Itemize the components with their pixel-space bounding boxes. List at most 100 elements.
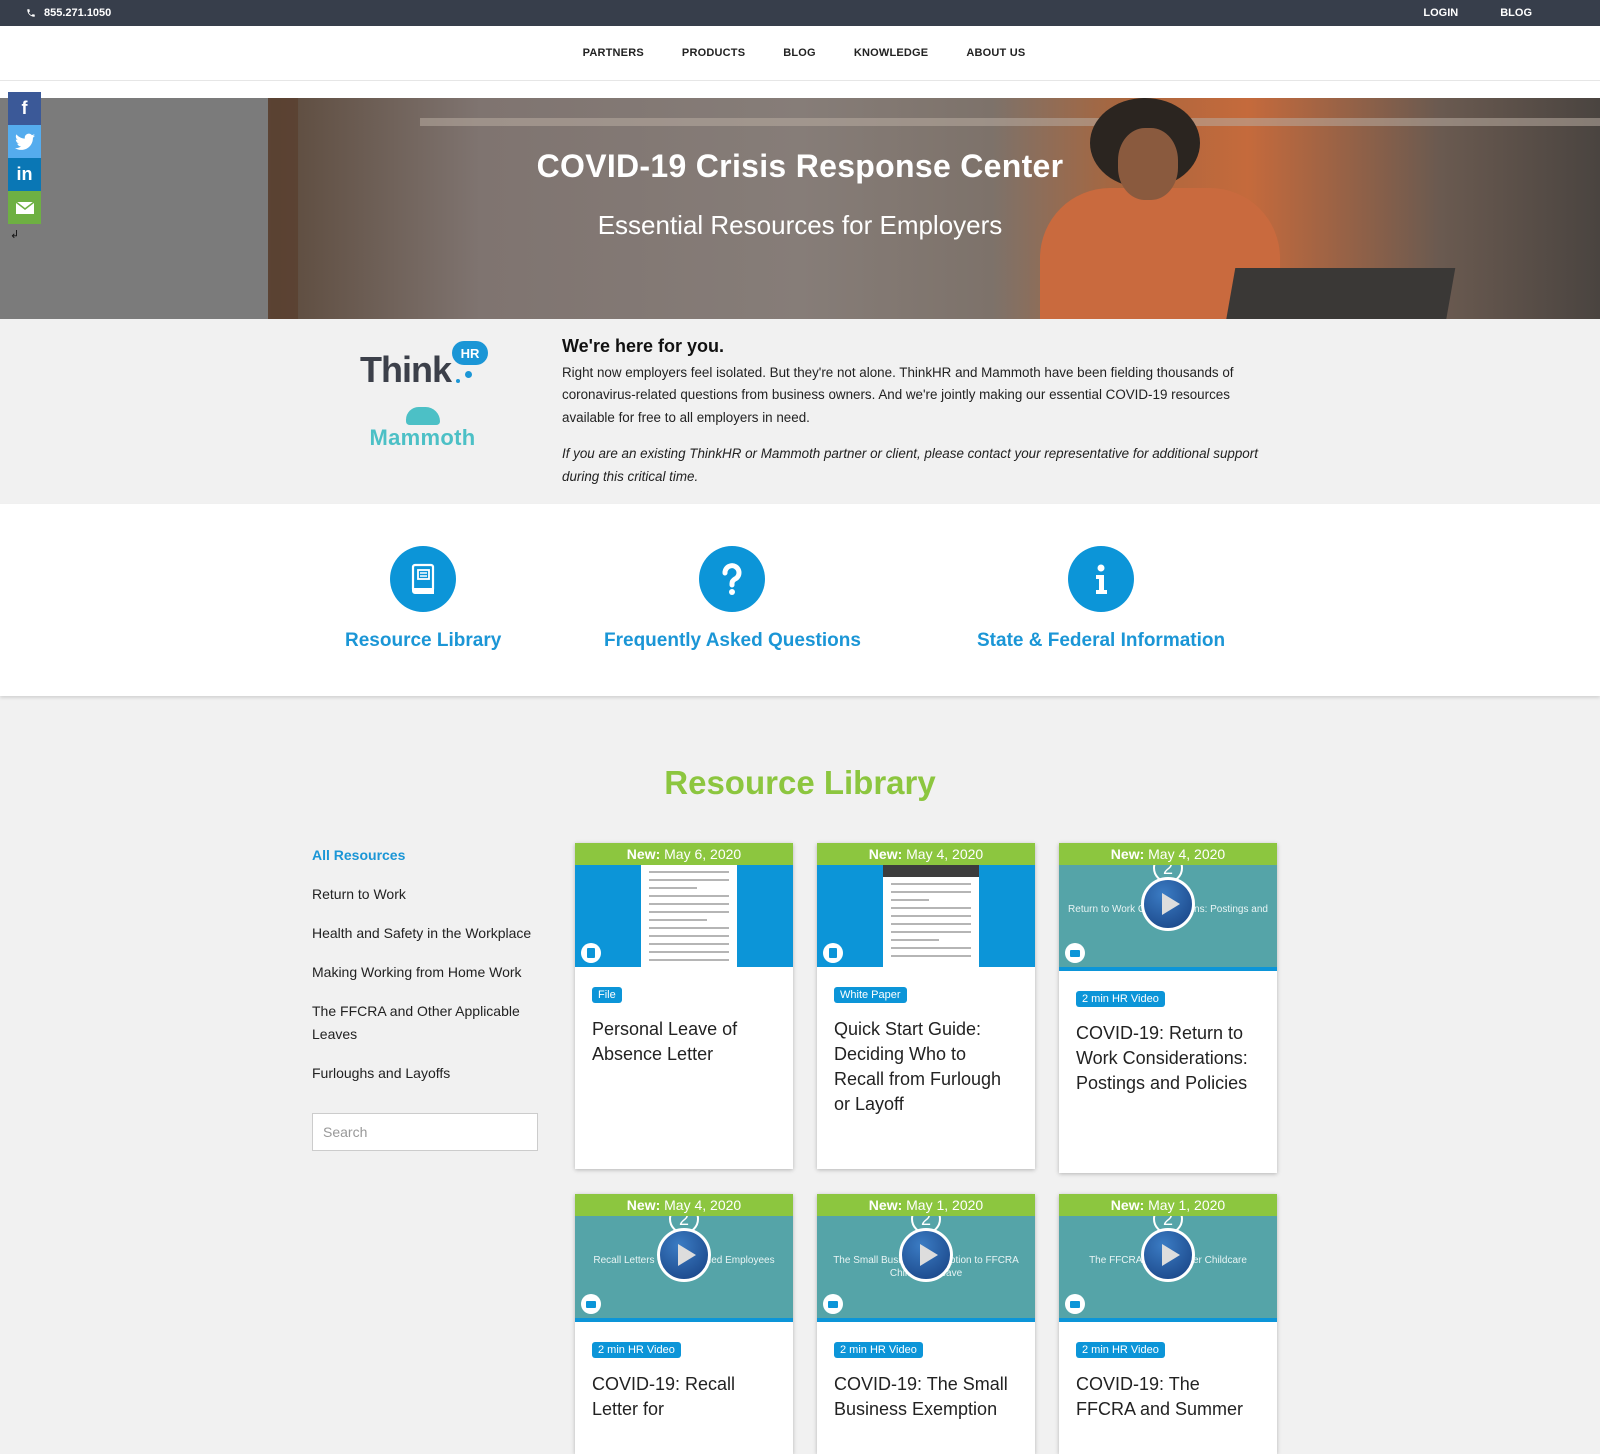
hero-subtitle: Essential Resources for Employers <box>597 210 1003 240</box>
linkedin-share-button[interactable]: in <box>8 158 41 191</box>
nav-about-us[interactable]: ABOUT US <box>966 47 1025 59</box>
resource-type-tag: 2 min HR Video <box>592 1342 681 1358</box>
intro-body: Right now employers feel isolated. But t… <box>562 364 1234 425</box>
hero-banner: COVID-19 Crisis Response Center Essentia… <box>0 98 1600 319</box>
new-label: New: <box>1110 846 1145 862</box>
facebook-share-button[interactable]: f <box>8 92 41 125</box>
twitter-share-button[interactable] <box>8 125 41 158</box>
linkedin-icon: in <box>16 164 33 184</box>
quicklink-label: State & Federal Information <box>977 630 1226 651</box>
new-date-banner: New: May 4, 2020 <box>575 1194 793 1216</box>
resource-card[interactable]: New: May 4, 2020 2 Recall Letters for Fu… <box>575 1194 793 1454</box>
phone-icon <box>27 9 35 17</box>
play-button-icon[interactable] <box>657 1228 711 1282</box>
thinkhr-logo: Think HR <box>360 341 500 393</box>
quicklink-resource-library[interactable]: Resource Library <box>345 546 501 652</box>
nav-products[interactable]: PRODUCTS <box>682 47 745 59</box>
resource-type-tag: White Paper <box>834 987 907 1003</box>
card-date: May 1, 2020 <box>906 1197 984 1213</box>
intro-section: Think HR Mammoth We're here for you. Rig… <box>0 319 1600 504</box>
thinkhr-logo-text: Think <box>360 349 452 390</box>
resource-title[interactable]: Personal Leave of Absence Letter <box>592 1017 776 1067</box>
resource-card[interactable]: New: May 4, 2020 2 Return to Work Consid… <box>1059 843 1277 1173</box>
collapse-arrow-icon: ↲ <box>10 228 20 241</box>
quicklink-faq[interactable]: Frequently Asked Questions <box>604 546 861 652</box>
login-link[interactable]: LOGIN <box>1423 7 1458 19</box>
main-nav: PARTNERS PRODUCTS BLOG KNOWLEDGE ABOUT U… <box>0 26 1600 81</box>
card-date: May 4, 2020 <box>906 846 984 862</box>
email-icon <box>15 201 34 214</box>
new-label: New: <box>868 1197 903 1213</box>
play-button-icon[interactable] <box>899 1228 953 1282</box>
resource-title[interactable]: COVID-19: The Small Business Exemption <box>834 1372 1018 1422</box>
resource-type-tag: File <box>592 987 622 1003</box>
new-date-banner: New: May 4, 2020 <box>1059 843 1277 865</box>
video-thumbnail[interactable]: 2 Return to Work Considerations: Posting… <box>1059 865 1277 971</box>
resource-title[interactable]: COVID-19: Return to Work Considerations:… <box>1076 1021 1260 1096</box>
card-date: May 4, 2020 <box>1148 846 1226 862</box>
category-health-safety[interactable]: Health and Safety in the Workplace <box>312 922 538 945</box>
phone-contact[interactable]: 855.271.1050 <box>26 7 111 19</box>
resource-type-tag: 2 min HR Video <box>834 1342 923 1358</box>
nav-partners[interactable]: PARTNERS <box>583 47 644 59</box>
quicklink-state-federal[interactable]: State & Federal Information <box>977 546 1225 652</box>
category-work-from-home[interactable]: Making Working from Home Work <box>312 961 538 984</box>
card-date: May 1, 2020 <box>1148 1197 1226 1213</box>
category-sidebar: All Resources Return to Work Health and … <box>312 844 538 1151</box>
resource-card[interactable]: New: May 1, 2020 2 The Small Business Ex… <box>817 1194 1035 1454</box>
resource-type-tag: 2 min HR Video <box>1076 1342 1165 1358</box>
video-thumbnail[interactable]: 2 The FFCRA and Summer Childcare <box>1059 1216 1277 1322</box>
intro-text: We're here for you. Right now employers … <box>562 335 1282 488</box>
play-button-icon[interactable] <box>1141 877 1195 931</box>
new-label: New: <box>626 1197 661 1213</box>
resource-type-tag: 2 min HR Video <box>1076 991 1165 1007</box>
quicklink-label: Resource Library <box>345 630 502 651</box>
card-date: May 4, 2020 <box>664 1197 742 1213</box>
resource-card[interactable]: New: May 4, 2020 White Paper Quick Start… <box>817 843 1035 1169</box>
hr-cloud-icon: HR <box>452 341 488 365</box>
hero-title: COVID-19 Crisis Response Center <box>536 148 1064 184</box>
file-icon <box>581 943 601 963</box>
top-blog-link[interactable]: BLOG <box>1500 7 1532 19</box>
nav-spacer <box>0 81 1600 98</box>
nav-knowledge[interactable]: KNOWLEDGE <box>854 47 929 59</box>
hero-background-cabinet <box>268 98 298 319</box>
info-icon <box>1096 564 1108 594</box>
email-share-button[interactable] <box>8 191 41 224</box>
document-thumbnail <box>817 865 1035 967</box>
book-icon <box>412 563 435 594</box>
play-button-icon[interactable] <box>1141 1228 1195 1282</box>
mammoth-logo-text: Mammoth <box>369 425 476 450</box>
category-ffcra-leaves[interactable]: The FFCRA and Other Applicable Leaves <box>312 1000 538 1046</box>
resource-card[interactable]: New: May 6, 2020 File Personal Leave of … <box>575 843 793 1169</box>
resource-title[interactable]: COVID-19: Recall Letter for <box>592 1372 776 1422</box>
video-camera-icon <box>1065 1294 1085 1314</box>
new-date-banner: New: May 6, 2020 <box>575 843 793 865</box>
nav-blog[interactable]: BLOG <box>783 47 816 59</box>
top-utility-bar: 855.271.1050 LOGIN BLOG <box>0 0 1600 26</box>
resource-title[interactable]: COVID-19: The FFCRA and Summer <box>1076 1372 1260 1422</box>
resource-title[interactable]: Quick Start Guide: Deciding Who to Recal… <box>834 1017 1018 1117</box>
new-date-banner: New: May 1, 2020 <box>1059 1194 1277 1216</box>
video-camera-icon <box>1065 943 1085 963</box>
video-camera-icon <box>823 1294 843 1314</box>
document-thumbnail <box>575 865 793 967</box>
mammoth-logo: Mammoth <box>360 407 485 451</box>
social-share-bar: f in ↲ <box>8 92 41 244</box>
phone-number: 855.271.1050 <box>44 7 112 19</box>
category-furloughs-layoffs[interactable]: Furloughs and Layoffs <box>312 1062 538 1085</box>
resource-card[interactable]: New: May 1, 2020 2 The FFCRA and Summer … <box>1059 1194 1277 1454</box>
video-thumbnail[interactable]: 2 Recall Letters for Furloughed Employee… <box>575 1216 793 1322</box>
video-thumbnail[interactable]: 2 The Small Business Exemption to FFCRA … <box>817 1216 1035 1322</box>
file-icon <box>823 943 843 963</box>
facebook-icon: f <box>21 98 28 118</box>
hide-share-bar-button[interactable]: ↲ <box>8 224 41 244</box>
resource-search-input[interactable] <box>312 1113 538 1151</box>
hero-background-shelf <box>420 118 1600 126</box>
category-all-resources[interactable]: All Resources <box>312 844 538 867</box>
new-label: New: <box>868 846 903 862</box>
quick-links: Resource Library Frequently Asked Questi… <box>0 504 1600 696</box>
category-return-to-work[interactable]: Return to Work <box>312 883 538 906</box>
twitter-icon <box>14 133 35 150</box>
new-date-banner: New: May 1, 2020 <box>817 1194 1035 1216</box>
